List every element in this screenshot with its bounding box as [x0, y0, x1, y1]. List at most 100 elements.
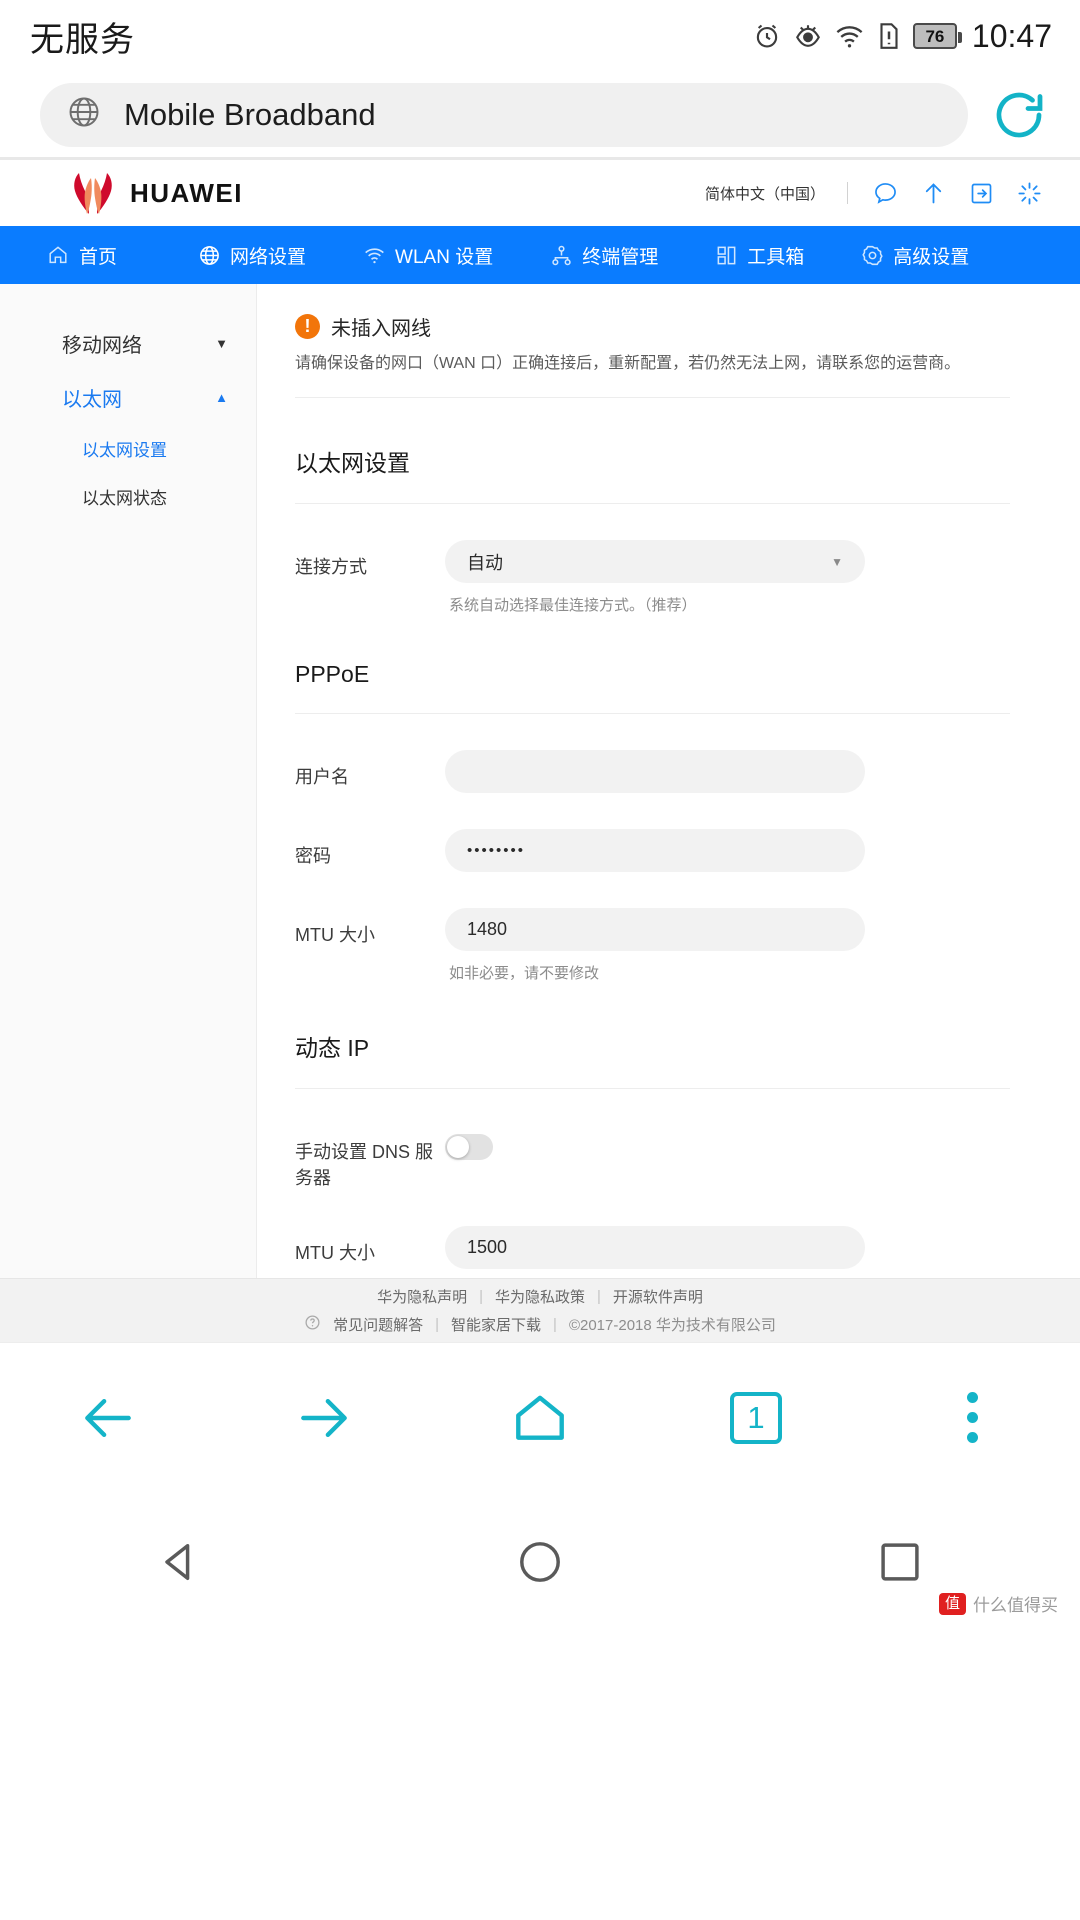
footer-divider: |: [435, 1316, 440, 1333]
alarm-icon: [752, 21, 782, 51]
watermark-badge: 值: [938, 1592, 966, 1615]
chevron-up-icon: ▲: [215, 389, 228, 405]
header-divider: [847, 182, 848, 204]
sidebar-sub-label: 以太网设置: [82, 440, 167, 460]
password-masked-value: ••••••••: [467, 842, 526, 859]
field-label: 手动设置 DNS 服务器: [295, 1142, 434, 1188]
footer-link-privacy-policy[interactable]: 华为隐私政策: [495, 1286, 585, 1307]
eye-comfort-icon: [793, 21, 823, 51]
watermark: 值 什么值得买: [938, 1591, 1058, 1616]
sidebar-item-mobile-network[interactable]: 移动网络 ▼: [0, 316, 256, 370]
globe-icon: [197, 243, 221, 267]
huawei-logo: HUAWEI: [66, 171, 243, 215]
battery-level: 76: [925, 26, 945, 46]
android-home-button[interactable]: [485, 1522, 595, 1602]
browser-tabs-button[interactable]: 1: [701, 1378, 811, 1458]
footer-links-row1: 华为隐私声明 | 华为隐私政策 | 开源软件声明: [377, 1286, 703, 1307]
footer-link-smart-home-download[interactable]: 智能家居下载: [451, 1314, 541, 1335]
chevron-down-icon: ▼: [831, 554, 843, 569]
home-icon: [516, 1395, 564, 1440]
warning-icon: !: [295, 314, 320, 339]
footer-divider: |: [597, 1288, 601, 1305]
divider: [295, 713, 1010, 714]
field-mtu-pppoe: MTU 大小 1480 如非必要，请不要修改: [295, 908, 1025, 983]
manual-dns-toggle[interactable]: [445, 1134, 493, 1160]
browser-bottom-bar: 1: [0, 1342, 1080, 1492]
huawei-flower-icon: [74, 173, 112, 214]
username-input[interactable]: [445, 750, 865, 793]
divider: [295, 1088, 1010, 1089]
nav-label: 首页: [79, 246, 118, 268]
field-label: MTU 大小: [295, 1243, 375, 1263]
url-input[interactable]: Mobile Broadband: [40, 82, 968, 147]
browser-forward-button[interactable]: [269, 1378, 379, 1458]
footer-link-privacy-statement[interactable]: 华为隐私声明: [377, 1286, 467, 1307]
section-title-dynamic-ip: 动态 IP: [295, 1035, 370, 1061]
cable-alert: ! 未插入网线: [295, 312, 1025, 341]
page-title: Mobile Broadband: [124, 96, 376, 132]
sidebar-item-ethernet[interactable]: 以太网 ▲: [0, 370, 256, 424]
forward-arrow-icon: [301, 1398, 347, 1437]
field-connection-mode: 连接方式 自动 ▼ 系统自动选择最佳连接方式。（推荐）: [295, 540, 1025, 615]
wifi-icon: [362, 243, 386, 267]
upgrade-arrow-icon[interactable]: [918, 178, 948, 208]
field-username: 用户名: [295, 750, 1025, 793]
toolbox-icon: [714, 243, 738, 267]
browser-menu-button[interactable]: [917, 1378, 1027, 1458]
mtu-input[interactable]: 1480: [445, 908, 865, 951]
logout-icon[interactable]: [966, 178, 996, 208]
header-actions: 简体中文（中国）: [705, 178, 1044, 208]
nav-item-advanced-settings[interactable]: 高级设置: [860, 242, 969, 269]
clock-label: 10:47: [971, 17, 1052, 54]
square-recents-icon: [881, 1543, 919, 1581]
footer-link-faq[interactable]: 常见问题解答: [333, 1314, 423, 1335]
field-manual-dns: 手动设置 DNS 服务器: [295, 1125, 1025, 1190]
section-title-ethernet: 以太网设置: [295, 450, 410, 476]
sim-alert-icon: [876, 21, 902, 51]
sidebar-item-ethernet-settings[interactable]: 以太网设置: [0, 424, 256, 472]
gear-icon: [860, 243, 884, 267]
page-body: 移动网络 ▼ 以太网 ▲ 以太网设置 以太网状态 ! 未插入网线 请确保设备的网…: [0, 284, 1080, 1342]
nav-label: 网络设置: [230, 246, 307, 268]
android-back-button[interactable]: [125, 1522, 235, 1602]
nav-item-toolbox[interactable]: 工具箱: [714, 242, 804, 269]
android-navigation-bar: 值 什么值得买: [0, 1492, 1080, 1632]
circle-home-icon: [520, 1542, 560, 1582]
router-header: HUAWEI 简体中文（中国）: [0, 160, 1080, 226]
back-arrow-icon: [85, 1398, 131, 1437]
nav-item-home[interactable]: 首页: [46, 242, 117, 269]
watermark-text: 什么值得买: [973, 1596, 1058, 1615]
sidebar-item-ethernet-status[interactable]: 以太网状态: [0, 472, 256, 520]
language-selector[interactable]: 简体中文（中国）: [705, 183, 825, 204]
connection-mode-select[interactable]: 自动 ▼: [445, 540, 865, 583]
globe-icon: [66, 94, 102, 135]
section-title-pppoe: PPPoE: [295, 661, 370, 687]
field-label: 连接方式: [295, 557, 367, 577]
browser-home-button[interactable]: [485, 1378, 595, 1458]
nav-label: 工具箱: [747, 246, 805, 268]
status-icons: 76 10:47: [752, 18, 1052, 55]
content-area: ! 未插入网线 请确保设备的网口（WAN 口）正确连接后，重新配置，若仍然无法上…: [257, 284, 1080, 1342]
home-icon: [46, 243, 70, 267]
divider: [295, 503, 1010, 504]
footer-link-open-source[interactable]: 开源软件声明: [613, 1286, 703, 1307]
nav-item-network-settings[interactable]: 网络设置: [197, 242, 306, 269]
android-recents-button[interactable]: [845, 1522, 955, 1602]
password-input[interactable]: ••••••••: [445, 829, 865, 872]
sidebar-label: 移动网络: [62, 334, 142, 357]
browser-back-button[interactable]: [53, 1378, 163, 1458]
chevron-down-icon: ▼: [215, 335, 228, 351]
restart-icon[interactable]: [1014, 178, 1044, 208]
footer-links-row2: 常见问题解答 | 智能家居下载 | ©2017-2018 华为技术有限公司: [304, 1314, 776, 1335]
field-label: MTU 大小: [295, 925, 375, 945]
chat-icon[interactable]: [870, 178, 900, 208]
reload-icon[interactable]: [982, 85, 1056, 145]
mtu-input[interactable]: 1500: [445, 1226, 865, 1269]
footer-divider: |: [553, 1316, 557, 1333]
question-icon: [304, 1314, 321, 1335]
nav-item-wlan-settings[interactable]: WLAN 设置: [362, 242, 493, 269]
sidebar-label: 以太网: [62, 388, 122, 411]
page-footer: 华为隐私声明 | 华为隐私政策 | 开源软件声明 常见问题解答 | 智能家居下载…: [0, 1278, 1080, 1342]
nav-item-device-management[interactable]: 终端管理: [549, 242, 658, 269]
divider: [295, 397, 1010, 398]
